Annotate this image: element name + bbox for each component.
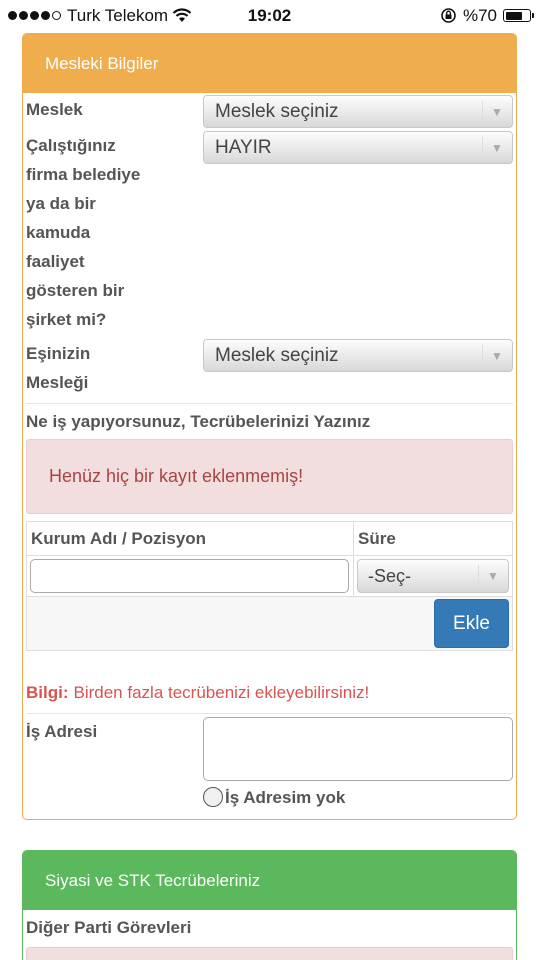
es-meslek-select[interactable]: Meslek seçiniz ▼ xyxy=(203,339,513,372)
empty-records-alert: Henüz hiç bir kayıt eklenmemiş! xyxy=(26,439,513,514)
alert-text: Henüz hiç bir kayıt eklenmemiş! xyxy=(49,466,304,486)
adres-yok-label: İş Adresim yok xyxy=(225,787,346,807)
belediye-question-label: Çalıştığınız firma belediye ya da bir ka… xyxy=(26,136,141,329)
mesleki-bilgiler-panel: Mesleki Bilgiler Meslek Meslek seçiniz ▼… xyxy=(22,33,517,820)
sure-column-header: Süre xyxy=(353,521,513,556)
belediye-select[interactable]: HAYIR ▼ xyxy=(203,131,513,164)
info-strong: Bilgi: xyxy=(26,683,69,702)
diger-parti-label: Diğer Parti Görevleri xyxy=(26,918,192,937)
divider xyxy=(26,713,513,714)
belediye-select-value: HAYIR xyxy=(215,136,272,158)
meslek-select-value: Meslek seçiniz xyxy=(215,100,339,122)
is-adresi-textarea[interactable] xyxy=(203,717,513,781)
is-adresi-label: İş Adresi xyxy=(26,722,98,741)
kurum-column-header: Kurum Adı / Pozisyon xyxy=(26,521,354,556)
adres-yok-checkbox[interactable] xyxy=(203,787,223,807)
battery-percentage: %70 xyxy=(462,5,497,25)
chevron-down-icon: ▼ xyxy=(478,560,508,592)
carrier-name: Turk Telekom xyxy=(67,5,169,25)
signal-strength-icon xyxy=(8,11,61,20)
mesleki-panel-title: Mesleki Bilgiler xyxy=(23,34,516,93)
experience-table: Kurum Adı / Pozisyon Süre -Seç- ▼ Ekle xyxy=(26,521,513,651)
siyasi-panel-title: Siyasi ve STK Tecrübeleriniz xyxy=(23,851,516,910)
sure-select-value: -Seç- xyxy=(368,565,412,586)
info-message: Bilgi: Birden fazla tecrübenizi ekleyebi… xyxy=(26,673,513,713)
siyasi-stk-panel: Siyasi ve STK Tecrübeleriniz Diğer Parti… xyxy=(22,850,517,960)
chevron-down-icon: ▼ xyxy=(482,132,512,163)
es-meslek-select-value: Meslek seçiniz xyxy=(215,344,339,366)
info-text: Birden fazla tecrübenizi ekleyebilirsini… xyxy=(73,683,370,702)
diger-parti-alert xyxy=(26,947,513,960)
orientation-lock-icon xyxy=(441,8,456,23)
battery-icon xyxy=(503,9,534,22)
es-meslek-label: Eşinizin Mesleği xyxy=(26,344,91,392)
wifi-icon xyxy=(172,8,192,22)
ekle-button[interactable]: Ekle xyxy=(434,599,509,648)
meslek-select[interactable]: Meslek seçiniz ▼ xyxy=(203,95,513,128)
status-bar: Turk Telekom 19:02 %70 xyxy=(0,0,539,31)
kurum-input[interactable] xyxy=(30,559,349,593)
chevron-down-icon: ▼ xyxy=(482,96,512,127)
chevron-down-icon: ▼ xyxy=(482,340,512,371)
meslek-label: Meslek xyxy=(26,100,83,119)
tecrube-heading: Ne iş yapıyorsunuz, Tecrübelerinizi Yazı… xyxy=(26,412,371,431)
sure-select[interactable]: -Seç- ▼ xyxy=(357,559,509,593)
